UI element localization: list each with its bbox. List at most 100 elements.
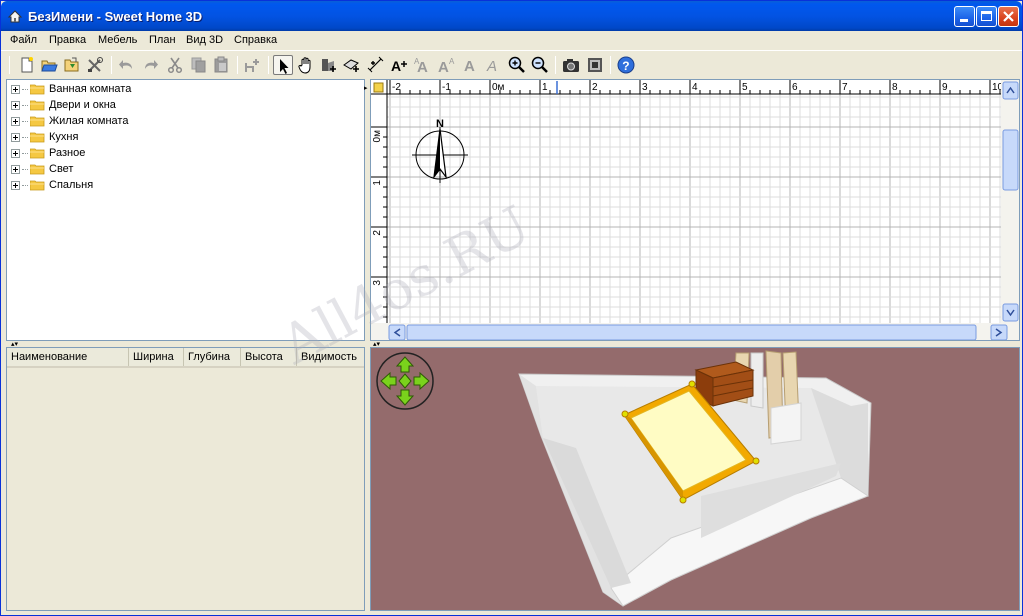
scroll-left-button[interactable]	[388, 324, 406, 340]
scroll-up-button[interactable]	[1002, 81, 1019, 100]
increase-text-icon: AA	[414, 57, 428, 76]
toolbar-separator	[237, 56, 238, 74]
create-rooms-button[interactable]	[342, 55, 362, 75]
expand-icon[interactable]	[11, 164, 20, 174]
catalog-category[interactable]: Спальня	[11, 177, 93, 193]
category-label: Разное	[49, 147, 86, 159]
svg-text:A: A	[486, 58, 497, 75]
bold-text-button[interactable]: A	[460, 55, 480, 75]
plan-background	[371, 80, 1019, 340]
catalog-category[interactable]: Жилая комната	[11, 113, 128, 129]
expand-icon[interactable]	[11, 132, 20, 142]
undo-button[interactable]	[117, 55, 137, 75]
horizontal-scroll-thumb[interactable]	[406, 324, 977, 340]
ruler-y-label: 1	[372, 180, 383, 186]
save-button[interactable]	[62, 55, 82, 75]
3d-view[interactable]	[370, 347, 1020, 611]
add-furniture-icon	[245, 59, 259, 72]
minimize-button[interactable]	[954, 6, 975, 27]
italic-text-icon: A	[486, 58, 497, 75]
ruler-x-label: 6	[792, 82, 798, 93]
ruler-x-label: 2	[592, 82, 598, 93]
tree-connector	[22, 88, 28, 90]
folder-icon	[30, 100, 45, 111]
column-header-depth[interactable]: Глубина	[184, 348, 241, 366]
redo-button[interactable]	[140, 55, 160, 75]
plan-view[interactable]: -2 -1 0м 1 2 3 4 5 6 7 8 9 10 0м 1 2 3 N	[370, 79, 1020, 341]
catalog-category[interactable]: Свет	[11, 161, 73, 177]
undo-icon	[119, 60, 132, 69]
expand-icon[interactable]	[11, 180, 20, 190]
catalog-category[interactable]: Разное	[11, 145, 85, 161]
app-window: БезИмени - Sweet Home 3D Файл Правка Меб…	[0, 0, 1023, 616]
create-walls-button[interactable]	[319, 55, 339, 75]
tree-connector	[22, 136, 28, 138]
new-document-button[interactable]	[17, 55, 37, 75]
pan-icon	[298, 57, 311, 74]
column-header-height[interactable]: Высота	[241, 348, 297, 366]
svg-text:A: A	[438, 59, 449, 75]
add-furniture-button[interactable]	[242, 55, 262, 75]
title-bar[interactable]: БезИмени - Sweet Home 3D	[1, 1, 1022, 31]
expand-icon[interactable]	[11, 84, 20, 94]
catalog-category[interactable]: Кухня	[11, 129, 78, 145]
column-header-visibility[interactable]: Видимость	[297, 348, 364, 366]
zoom-in-button[interactable]	[507, 55, 527, 75]
expand-icon[interactable]	[11, 148, 20, 158]
column-header-width[interactable]: Ширина	[129, 348, 184, 366]
catalog-category[interactable]: Ванная комната	[11, 81, 131, 97]
create-photo-button[interactable]	[561, 55, 581, 75]
select-mode-button[interactable]	[273, 55, 293, 75]
ruler-y-label: 0м	[372, 130, 383, 143]
maximize-button[interactable]	[976, 6, 997, 27]
toolbar-grip	[9, 56, 10, 74]
scroll-right-button[interactable]	[990, 324, 1008, 340]
decrease-text-size-button[interactable]: AA	[436, 55, 456, 76]
pan-mode-button[interactable]	[296, 55, 316, 75]
save-icon	[64, 57, 79, 72]
paste-button[interactable]	[211, 55, 231, 75]
split-arrow-horizontal-icon[interactable]: ▸	[364, 85, 368, 92]
menu-edit[interactable]: Правка	[49, 34, 86, 46]
expand-icon[interactable]	[11, 116, 20, 126]
folder-icon	[30, 180, 45, 191]
cut-button[interactable]	[165, 55, 185, 75]
folder-icon	[30, 164, 45, 175]
tree-connector	[22, 152, 28, 154]
open-button[interactable]	[39, 55, 59, 75]
italic-text-button[interactable]: A	[483, 55, 503, 75]
expand-icon[interactable]	[11, 100, 20, 110]
vertical-scrollbar[interactable]	[1001, 80, 1020, 323]
copy-button[interactable]	[188, 55, 208, 75]
menu-3d-view[interactable]: Вид 3D	[186, 34, 223, 46]
menu-plan[interactable]: План	[149, 34, 176, 46]
tree-connector	[22, 104, 28, 106]
create-video-button[interactable]	[585, 55, 605, 75]
menu-furniture[interactable]: Мебель	[98, 34, 137, 46]
ruler-y	[371, 80, 387, 340]
add-text-button[interactable]: A	[389, 55, 409, 75]
svg-text:A: A	[464, 58, 475, 75]
ruler-x-label: 7	[842, 82, 848, 93]
plan-canvas[interactable]: -2 -1 0м 1 2 3 4 5 6 7 8 9 100м123N	[371, 80, 1020, 341]
furniture-table[interactable]: Наименование Ширина Глубина Высота Видим…	[6, 347, 365, 611]
column-header-name[interactable]: Наименование	[7, 348, 129, 366]
zoom-out-button[interactable]	[530, 55, 550, 75]
svg-text:A: A	[449, 57, 455, 66]
scroll-down-button[interactable]	[1002, 303, 1019, 322]
furniture-catalog[interactable]: Ванная комната Двери и окна Жилая комната К…	[6, 79, 365, 341]
menu-file[interactable]: Файл	[10, 34, 37, 46]
help-button[interactable]: ?	[616, 55, 636, 75]
3d-canvas[interactable]	[371, 348, 1020, 611]
catalog-category[interactable]: Двери и окна	[11, 97, 116, 113]
close-button[interactable]	[998, 6, 1019, 27]
create-dimensions-button[interactable]	[366, 55, 386, 75]
vertical-scroll-thumb[interactable]	[1002, 129, 1019, 191]
increase-text-size-button[interactable]: AA	[413, 55, 433, 76]
navigation-control[interactable]	[376, 352, 434, 410]
ruler-y-label: 2	[372, 230, 383, 236]
toolbar-separator	[268, 56, 269, 74]
menu-help[interactable]: Справка	[234, 34, 277, 46]
preferences-button[interactable]	[85, 55, 105, 75]
app-icon	[7, 10, 23, 23]
